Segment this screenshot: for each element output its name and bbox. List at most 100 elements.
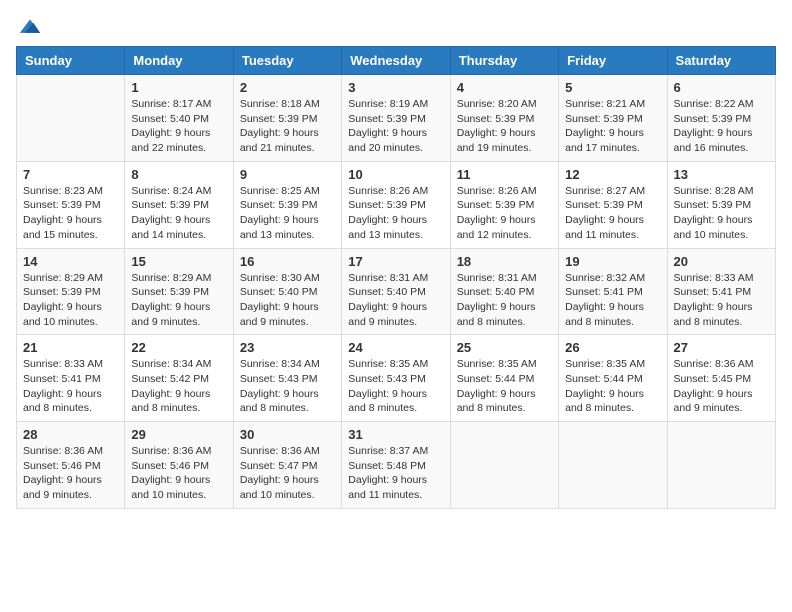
day-info: Sunrise: 8:22 AMSunset: 5:39 PMDaylight:… bbox=[674, 97, 769, 156]
day-number: 29 bbox=[131, 427, 226, 442]
day-info: Sunrise: 8:29 AMSunset: 5:39 PMDaylight:… bbox=[131, 271, 226, 330]
day-info: Sunrise: 8:37 AMSunset: 5:48 PMDaylight:… bbox=[348, 444, 443, 503]
weekday-header-thursday: Thursday bbox=[450, 47, 558, 75]
page-header bbox=[16, 16, 776, 38]
logo-icon bbox=[16, 16, 44, 38]
day-info: Sunrise: 8:27 AMSunset: 5:39 PMDaylight:… bbox=[565, 184, 660, 243]
calendar-cell: 14 Sunrise: 8:29 AMSunset: 5:39 PMDayligh… bbox=[17, 248, 125, 335]
day-info: Sunrise: 8:33 AMSunset: 5:41 PMDaylight:… bbox=[23, 357, 118, 416]
day-number: 25 bbox=[457, 340, 552, 355]
day-number: 27 bbox=[674, 340, 769, 355]
day-number: 26 bbox=[565, 340, 660, 355]
calendar-cell bbox=[17, 75, 125, 162]
day-number: 23 bbox=[240, 340, 335, 355]
calendar-cell: 26 Sunrise: 8:35 AMSunset: 5:44 PMDayligh… bbox=[559, 335, 667, 422]
calendar-cell: 27Sunrise: 8:36 AMSunset: 5:45 PMDayligh… bbox=[667, 335, 775, 422]
calendar-cell: 11Sunrise: 8:26 AMSunset: 5:39 PMDayligh… bbox=[450, 161, 558, 248]
day-number: 14 bbox=[23, 254, 118, 269]
day-number: 24 bbox=[348, 340, 443, 355]
day-info: Sunrise: 8:33 AMSunset: 5:41 PMDaylight:… bbox=[674, 271, 769, 330]
calendar-cell: 17 Sunrise: 8:31 AMSunset: 5:40 PMDayligh… bbox=[342, 248, 450, 335]
calendar-cell: 28 Sunrise: 8:36 AMSunset: 5:46 PMDayligh… bbox=[17, 422, 125, 509]
calendar-cell bbox=[559, 422, 667, 509]
day-info: Sunrise: 8:20 AMSunset: 5:39 PMDaylight:… bbox=[457, 97, 552, 156]
day-number: 30 bbox=[240, 427, 335, 442]
calendar-week-3: 14 Sunrise: 8:29 AMSunset: 5:39 PMDayligh… bbox=[17, 248, 776, 335]
day-number: 16 bbox=[240, 254, 335, 269]
day-number: 5 bbox=[565, 80, 660, 95]
calendar-cell: 15 Sunrise: 8:29 AMSunset: 5:39 PMDayligh… bbox=[125, 248, 233, 335]
weekday-header-saturday: Saturday bbox=[667, 47, 775, 75]
day-number: 11 bbox=[457, 167, 552, 182]
day-number: 20 bbox=[674, 254, 769, 269]
calendar-cell: 25 Sunrise: 8:35 AMSunset: 5:44 PMDayligh… bbox=[450, 335, 558, 422]
weekday-header-friday: Friday bbox=[559, 47, 667, 75]
calendar-cell: 29 Sunrise: 8:36 AMSunset: 5:46 PMDayligh… bbox=[125, 422, 233, 509]
calendar-cell: 16Sunrise: 8:30 AMSunset: 5:40 PMDayligh… bbox=[233, 248, 341, 335]
day-info: Sunrise: 8:32 AMSunset: 5:41 PMDaylight:… bbox=[565, 271, 660, 330]
calendar-cell: 7 Sunrise: 8:23 AMSunset: 5:39 PMDaylight… bbox=[17, 161, 125, 248]
day-number: 10 bbox=[348, 167, 443, 182]
calendar-cell: 6 Sunrise: 8:22 AMSunset: 5:39 PMDaylight… bbox=[667, 75, 775, 162]
day-info: Sunrise: 8:36 AMSunset: 5:46 PMDaylight:… bbox=[131, 444, 226, 503]
logo bbox=[16, 16, 48, 38]
day-info: Sunrise: 8:19 AMSunset: 5:39 PMDaylight:… bbox=[348, 97, 443, 156]
day-number: 13 bbox=[674, 167, 769, 182]
calendar-cell: 30Sunrise: 8:36 AMSunset: 5:47 PMDayligh… bbox=[233, 422, 341, 509]
day-number: 8 bbox=[131, 167, 226, 182]
calendar-cell: 13 Sunrise: 8:28 AMSunset: 5:39 PMDayligh… bbox=[667, 161, 775, 248]
weekday-header-wednesday: Wednesday bbox=[342, 47, 450, 75]
weekday-header-row: SundayMondayTuesdayWednesdayThursdayFrid… bbox=[17, 47, 776, 75]
day-info: Sunrise: 8:31 AMSunset: 5:40 PMDaylight:… bbox=[348, 271, 443, 330]
calendar-week-1: 1Sunrise: 8:17 AMSunset: 5:40 PMDaylight… bbox=[17, 75, 776, 162]
day-number: 28 bbox=[23, 427, 118, 442]
day-number: 22 bbox=[131, 340, 226, 355]
day-number: 4 bbox=[457, 80, 552, 95]
calendar-cell: 20 Sunrise: 8:33 AMSunset: 5:41 PMDayligh… bbox=[667, 248, 775, 335]
calendar-cell: 19 Sunrise: 8:32 AMSunset: 5:41 PMDayligh… bbox=[559, 248, 667, 335]
day-info: Sunrise: 8:23 AMSunset: 5:39 PMDaylight:… bbox=[23, 184, 118, 243]
calendar-cell: 1Sunrise: 8:17 AMSunset: 5:40 PMDaylight… bbox=[125, 75, 233, 162]
day-number: 19 bbox=[565, 254, 660, 269]
calendar-cell: 8Sunrise: 8:24 AMSunset: 5:39 PMDaylight… bbox=[125, 161, 233, 248]
day-info: Sunrise: 8:35 AMSunset: 5:44 PMDaylight:… bbox=[457, 357, 552, 416]
calendar-cell: 5 Sunrise: 8:21 AMSunset: 5:39 PMDaylight… bbox=[559, 75, 667, 162]
calendar-cell bbox=[450, 422, 558, 509]
calendar-body: 1Sunrise: 8:17 AMSunset: 5:40 PMDaylight… bbox=[17, 75, 776, 509]
day-number: 2 bbox=[240, 80, 335, 95]
calendar-cell: 3 Sunrise: 8:19 AMSunset: 5:39 PMDaylight… bbox=[342, 75, 450, 162]
day-info: Sunrise: 8:31 AMSunset: 5:40 PMDaylight:… bbox=[457, 271, 552, 330]
weekday-header-monday: Monday bbox=[125, 47, 233, 75]
calendar-cell: 18 Sunrise: 8:31 AMSunset: 5:40 PMDayligh… bbox=[450, 248, 558, 335]
day-info: Sunrise: 8:35 AMSunset: 5:43 PMDaylight:… bbox=[348, 357, 443, 416]
day-info: Sunrise: 8:29 AMSunset: 5:39 PMDaylight:… bbox=[23, 271, 118, 330]
day-info: Sunrise: 8:35 AMSunset: 5:44 PMDaylight:… bbox=[565, 357, 660, 416]
day-number: 18 bbox=[457, 254, 552, 269]
day-number: 9 bbox=[240, 167, 335, 182]
calendar-cell: 10 Sunrise: 8:26 AMSunset: 5:39 PMDayligh… bbox=[342, 161, 450, 248]
calendar-cell: 4 Sunrise: 8:20 AMSunset: 5:39 PMDaylight… bbox=[450, 75, 558, 162]
calendar-cell: 24 Sunrise: 8:35 AMSunset: 5:43 PMDayligh… bbox=[342, 335, 450, 422]
day-number: 15 bbox=[131, 254, 226, 269]
calendar-week-2: 7 Sunrise: 8:23 AMSunset: 5:39 PMDaylight… bbox=[17, 161, 776, 248]
calendar-cell: 23 Sunrise: 8:34 AMSunset: 5:43 PMDayligh… bbox=[233, 335, 341, 422]
calendar-cell: 12 Sunrise: 8:27 AMSunset: 5:39 PMDayligh… bbox=[559, 161, 667, 248]
calendar-cell bbox=[667, 422, 775, 509]
day-info: Sunrise: 8:36 AMSunset: 5:46 PMDaylight:… bbox=[23, 444, 118, 503]
day-info: Sunrise: 8:25 AMSunset: 5:39 PMDaylight:… bbox=[240, 184, 335, 243]
day-number: 12 bbox=[565, 167, 660, 182]
day-number: 3 bbox=[348, 80, 443, 95]
weekday-header-sunday: Sunday bbox=[17, 47, 125, 75]
day-number: 1 bbox=[131, 80, 226, 95]
day-info: Sunrise: 8:28 AMSunset: 5:39 PMDaylight:… bbox=[674, 184, 769, 243]
day-info: Sunrise: 8:21 AMSunset: 5:39 PMDaylight:… bbox=[565, 97, 660, 156]
calendar-header: SundayMondayTuesdayWednesdayThursdayFrid… bbox=[17, 47, 776, 75]
day-info: Sunrise: 8:34 AMSunset: 5:43 PMDaylight:… bbox=[240, 357, 335, 416]
day-info: Sunrise: 8:26 AMSunset: 5:39 PMDaylight:… bbox=[348, 184, 443, 243]
calendar-week-5: 28 Sunrise: 8:36 AMSunset: 5:46 PMDayligh… bbox=[17, 422, 776, 509]
day-number: 6 bbox=[674, 80, 769, 95]
day-number: 21 bbox=[23, 340, 118, 355]
day-number: 7 bbox=[23, 167, 118, 182]
weekday-header-tuesday: Tuesday bbox=[233, 47, 341, 75]
day-number: 17 bbox=[348, 254, 443, 269]
